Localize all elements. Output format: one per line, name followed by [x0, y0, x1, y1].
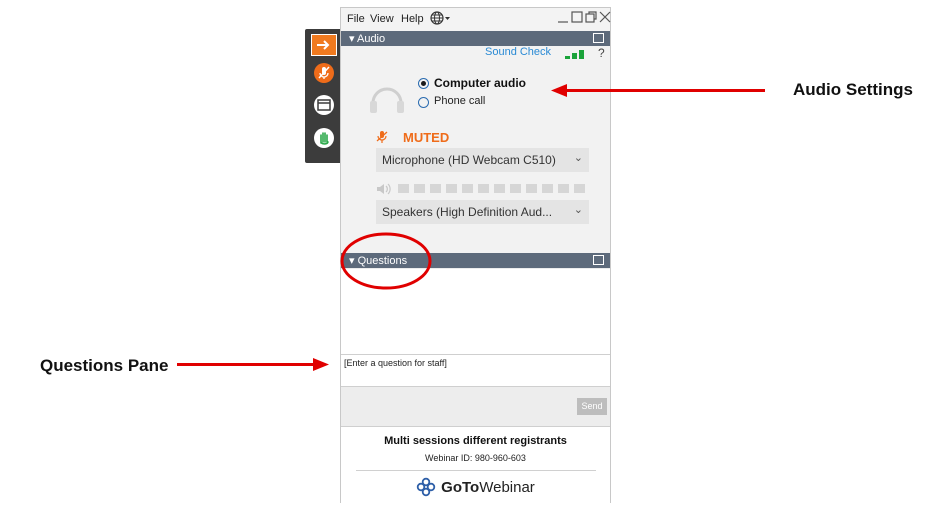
question-input[interactable]: [Enter a question for staff]: [341, 354, 610, 387]
popout-icon: [585, 11, 597, 23]
popout-icon[interactable]: [593, 33, 604, 43]
question-input-placeholder: [Enter a question for staff]: [344, 358, 447, 368]
audio-pane-title-text: Audio: [356, 33, 386, 45]
muted-microphone-icon: [376, 130, 388, 149]
close-button[interactable]: [599, 10, 611, 27]
send-button[interactable]: Send: [577, 398, 607, 415]
screen-view-button[interactable]: [311, 94, 337, 116]
phone-call-label[interactable]: Phone call: [434, 95, 485, 107]
language-menu[interactable]: [429, 10, 451, 29]
maximize-button[interactable]: [571, 10, 583, 27]
session-info: Multi sessions different registrants Web…: [341, 426, 610, 505]
audio-settings-annotation: Audio Settings: [793, 80, 913, 99]
raise-hand-button[interactable]: [311, 127, 337, 149]
audio-pane-body: Sound Check ? Computer audio Phone call …: [341, 46, 610, 253]
menu-bar: File View Help: [341, 8, 611, 31]
minimize-icon: [558, 21, 568, 23]
control-panel-strip: [305, 29, 342, 163]
close-icon: [599, 11, 611, 23]
session-name: Multi sessions different registrants: [384, 435, 567, 447]
collapse-panel-button[interactable]: [311, 34, 337, 56]
audio-settings-arrow: [565, 89, 765, 92]
computer-audio-radio[interactable]: [418, 78, 429, 89]
menu-help[interactable]: Help: [401, 13, 424, 25]
questions-pane-arrow: [177, 363, 315, 366]
mute-toggle-button[interactable]: [311, 62, 337, 84]
questions-footer: Send: [341, 386, 610, 427]
menu-file[interactable]: File: [347, 13, 365, 25]
audio-pane-title: ▾ Audio: [349, 33, 386, 45]
raise-hand-icon: [314, 128, 334, 148]
questions-pane-annotation: Questions Pane: [40, 356, 169, 375]
muted-status: MUTED: [403, 130, 450, 145]
globe-icon: [430, 11, 450, 25]
arrowhead-icon: [313, 358, 329, 371]
logo-webinar: Webinar: [479, 478, 535, 496]
webinar-id: Webinar ID: 980-960-603: [425, 453, 526, 463]
phone-call-radio[interactable]: [418, 97, 429, 108]
screen-window-icon: [314, 95, 334, 115]
sound-check-link[interactable]: Sound Check: [485, 46, 551, 58]
menu-view[interactable]: View: [370, 13, 394, 25]
speaker-volume-icon: [376, 182, 392, 200]
maximize-icon: [571, 11, 583, 23]
speaker-level-meter: [398, 184, 588, 194]
signal-strength-icon: [565, 47, 585, 65]
audio-help-button[interactable]: ?: [598, 46, 605, 60]
muted-microphone-icon: [314, 63, 334, 83]
chevron-down-icon: ⌄: [573, 204, 583, 216]
chevron-down-icon: ⌄: [573, 152, 583, 164]
minimize-button[interactable]: [557, 10, 569, 27]
popout-icon[interactable]: [593, 255, 604, 265]
gotowebinar-logo: GoToWebinar: [341, 477, 610, 497]
microphone-select-value: Microphone (HD Webcam C510): [382, 153, 556, 167]
audio-pane-header[interactable]: ▾ Audio: [341, 31, 610, 46]
microphone-select[interactable]: Microphone (HD Webcam C510) ⌄: [376, 148, 589, 172]
headset-icon: [369, 81, 405, 124]
logo-goto: GoTo: [441, 478, 480, 496]
restore-button[interactable]: [585, 10, 597, 27]
arrowhead-icon: [551, 84, 567, 97]
highlight-ellipse: [340, 232, 432, 290]
speakers-select-value: Speakers (High Definition Aud...: [382, 205, 553, 219]
divider: [355, 470, 596, 471]
arrow-right-icon: [317, 40, 330, 50]
gotowebinar-flower-icon: [416, 477, 436, 497]
computer-audio-label[interactable]: Computer audio: [434, 76, 526, 90]
speakers-select[interactable]: Speakers (High Definition Aud... ⌄: [376, 200, 589, 224]
